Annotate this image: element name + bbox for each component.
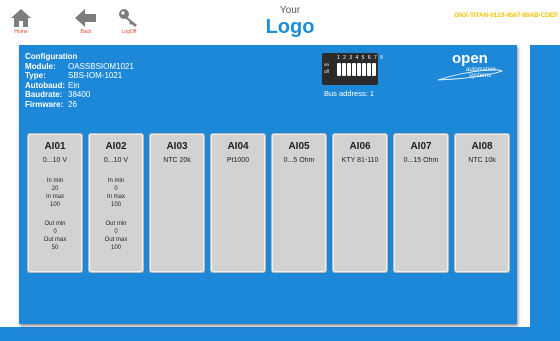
analog-input-cards: AI01 0...10 V In min 20 In max 100 Out m… [27, 133, 511, 273]
dip-switch-5 [357, 63, 361, 76]
configuration-info: Configuration Module: OASSBSIOM1021 Type:… [25, 52, 134, 109]
out-min-label: Out min [105, 221, 127, 227]
channel-range: NTC 10k [468, 157, 496, 164]
channel-name: AI04 [227, 141, 249, 152]
channel-params: In min 0 In max 100 Out min 0 Out max 10… [89, 177, 143, 252]
channel-name: AI02 [105, 141, 127, 152]
logo-text: Logo [265, 16, 315, 38]
config-key: Type: [25, 71, 46, 80]
channel-name: AI08 [471, 141, 493, 152]
in-max-label: In max [106, 194, 125, 200]
channel-card-ai02[interactable]: AI02 0...10 V In min 0 In max 100 Out mi… [88, 133, 144, 273]
config-row-baudrate: Baudrate: 38400 [25, 90, 134, 100]
config-row-module: Module: OASSBSIOM1021 [25, 62, 134, 72]
logoff-button[interactable]: LogOff [112, 8, 146, 42]
in-max-label: In max [45, 194, 64, 200]
bus-address: Bus address: 1 [324, 89, 375, 98]
out-max-value: 100 [110, 245, 121, 251]
config-key: Firmware: [25, 99, 64, 109]
brand-name: open [452, 50, 488, 67]
channel-card-ai04[interactable]: AI04 Pt1000 [210, 133, 266, 273]
channel-card-ai08[interactable]: AI08 NTC 10k [454, 133, 510, 273]
in-max-value: 100 [110, 202, 121, 208]
config-value: OASSBSIOM1021 [68, 61, 134, 71]
out-max-label: Out max [104, 237, 128, 243]
dip-switch: 1 2 3 4 5 6 7 8 on off [322, 53, 383, 85]
config-row-autobaud: Autobaud: Ein [25, 81, 134, 91]
header: Home Back LogOff Your Logo GNX-TITAN-012… [0, 0, 560, 44]
channel-range: Pt1000 [226, 157, 250, 164]
channel-range: 0...10 V [103, 157, 129, 164]
in-min-value: 0 [114, 186, 118, 192]
brand-line2: systems [469, 73, 491, 79]
in-max-value: 100 [49, 202, 60, 208]
open-automation-systems-logo: open automation systems [437, 50, 504, 81]
config-key: Autobaud: [25, 80, 65, 90]
channel-params: In min 20 In max 100 Out min 0 Out max 5… [28, 177, 82, 252]
logo-small-text: Your [279, 5, 301, 16]
config-value: 26 [68, 99, 77, 109]
configuration-panel: Configuration Module: OASSBSIOM1021 Type:… [19, 45, 517, 324]
channel-card-ai05[interactable]: AI05 0...5 Ohm [271, 133, 327, 273]
config-value: 38400 [68, 90, 91, 99]
back-label: Back [80, 29, 92, 35]
out-max-value: 50 [51, 245, 59, 251]
dip-switch-on-off: on off [324, 61, 329, 75]
dip-switch-1 [337, 63, 341, 76]
dip-switch-3 [347, 63, 351, 76]
dip-switch-numbers: 1 2 3 4 5 6 7 8 [337, 55, 384, 61]
dip-switch-7 [367, 63, 371, 76]
dip-switch-6 [362, 63, 366, 76]
channel-name: AI03 [166, 141, 188, 152]
channel-card-ai01[interactable]: AI01 0...10 V In min 20 In max 100 Out m… [27, 133, 83, 273]
logoff-label: LogOff [121, 29, 137, 35]
serial-number: GNX-TITAN-0123-4567-89AB-CDEF [454, 12, 558, 19]
channel-name: AI05 [288, 141, 310, 152]
channel-name: AI01 [44, 141, 66, 152]
configuration-title: Configuration [25, 52, 78, 61]
bottom-background-strip [0, 327, 560, 341]
config-row-type: Type: SBS-IOM-1021 [25, 71, 134, 81]
home-icon [11, 9, 31, 27]
out-min-value: 0 [53, 229, 57, 235]
channel-range: NTC 20k [163, 157, 191, 164]
channel-range: 0...10 V [42, 157, 68, 164]
channel-name: AI07 [410, 141, 432, 152]
out-min-value: 0 [114, 229, 118, 235]
config-value: SBS-IOM-1021 [68, 71, 123, 80]
channel-card-ai07[interactable]: AI07 0...15 Ohm [393, 133, 449, 273]
dip-switch-4 [352, 63, 356, 76]
config-value: Ein [68, 80, 80, 90]
channel-card-ai03[interactable]: AI03 NTC 20k [149, 133, 205, 273]
in-min-label: In min [107, 178, 125, 184]
channel-range: 0...15 Ohm [403, 157, 439, 164]
right-background-strip [530, 45, 560, 341]
back-button[interactable]: Back [69, 8, 103, 42]
out-max-label: Out max [43, 237, 67, 243]
dip-on-label: on [324, 62, 330, 67]
dip-switch-2 [342, 63, 346, 76]
arrow-left-icon [75, 9, 96, 27]
key-icon [119, 9, 137, 27]
dip-switch-8 [372, 63, 376, 76]
in-min-value: 20 [51, 186, 59, 192]
home-label: Home [14, 29, 28, 35]
channel-name: AI06 [349, 141, 371, 152]
channel-range: 0...5 Ohm [283, 157, 315, 164]
channel-card-ai06[interactable]: AI06 KTY 81-110 [332, 133, 388, 273]
in-min-label: In min [46, 178, 64, 184]
config-key: Baudrate: [25, 90, 63, 99]
dip-off-label: off [324, 69, 329, 74]
channel-range: KTY 81-110 [341, 157, 379, 164]
home-button[interactable]: Home [4, 8, 38, 42]
out-min-label: Out min [44, 221, 66, 227]
config-key: Module: [25, 61, 56, 71]
config-row-firmware: Firmware: 26 [25, 100, 134, 110]
